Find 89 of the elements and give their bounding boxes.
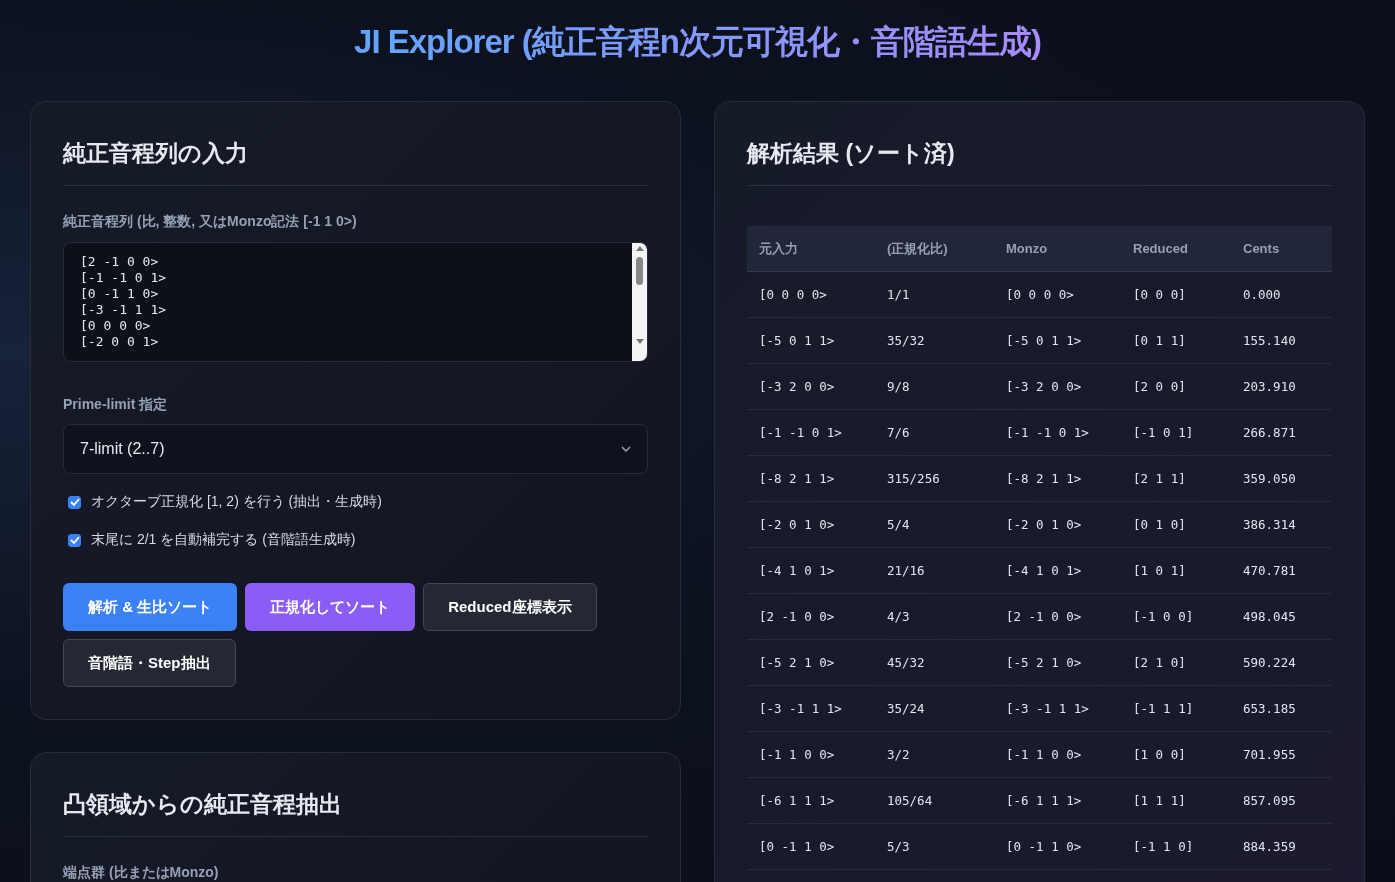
reduced-cell-text: [1 0 1] <box>1133 563 1187 578</box>
ratio-cell-text: 315/256 <box>887 471 941 486</box>
input-cell-text: [-3 -1 1 1> <box>759 701 843 716</box>
cents-cell-text: 470.781 <box>1243 563 1297 578</box>
cents-cell-text: 0.000 <box>1243 287 1282 302</box>
ratio-cell-text: 105/64 <box>887 793 934 808</box>
ratio-cell-text: 35/24 <box>887 701 926 716</box>
cents-cell-text: 498.045 <box>1243 609 1297 624</box>
monzo-cell-text: [2 -1 0 0> <box>1006 609 1083 624</box>
input-cell-text: [-2 0 1 0> <box>759 517 836 532</box>
ratio-cell-text: 35/32 <box>887 333 926 348</box>
input-cell-text: [-1 -1 0 1> <box>759 425 843 440</box>
field-label: Prime-limit 指定 <box>63 396 169 414</box>
reduced-cell-text: [-1 1 1] <box>1133 701 1195 716</box>
cents-cell-text: 857.095 <box>1243 793 1297 808</box>
ratio-cell-text: 7/6 <box>887 425 911 440</box>
action-button[interactable]: Reduced座標表示 <box>423 583 597 631</box>
ratio-cell-text: 21/16 <box>887 563 926 578</box>
limit-dropdown[interactable]: 7-limit (2..7) <box>63 424 648 474</box>
cents-cell-text: 590.224 <box>1243 655 1297 670</box>
monzo-cell-text: [-6 1 1 1> <box>1006 793 1083 808</box>
column-header: (正規化比) <box>887 239 949 258</box>
reduced-cell-text: [0 1 1] <box>1133 333 1187 348</box>
card-heading: 解析結果 (ソート済) <box>747 139 956 168</box>
monzo-cell-text: [0 -1 1 0> <box>1006 839 1083 854</box>
column-header: 元入力 <box>759 239 799 258</box>
ratio-cell-text: 5/3 <box>887 839 911 854</box>
monzo-cell-text: [-1 1 0 0> <box>1006 747 1083 762</box>
action-button[interactable]: 音階語・Step抽出 <box>63 639 236 687</box>
monzo-cell-text: [-3 -1 1 1> <box>1006 701 1090 716</box>
reduced-cell-text: [-1 1 0] <box>1133 839 1195 854</box>
cents-cell-text: 653.185 <box>1243 701 1297 716</box>
input-cell-text: [-5 2 1 0> <box>759 655 836 670</box>
column-header: Cents <box>1243 241 1281 256</box>
input-cell-text: [0 0 0 0> <box>759 287 828 302</box>
cents-cell-text: 266.871 <box>1243 425 1297 440</box>
input-cell-text: [-5 0 1 1> <box>759 333 836 348</box>
cents-cell-text: 359.050 <box>1243 471 1297 486</box>
ratio-cell-text: 5/4 <box>887 517 911 532</box>
input-cell-text: [-8 2 1 1> <box>759 471 836 486</box>
input-cell-text: [2 -1 0 0> <box>759 609 836 624</box>
monzo-cell-text: [-5 0 1 1> <box>1006 333 1083 348</box>
monzo-cell-text: [0 0 0 0> <box>1006 287 1075 302</box>
reduced-cell-text: [2 0 0] <box>1133 379 1187 394</box>
reduced-cell-text: [0 1 0] <box>1133 517 1187 532</box>
monzo-cell-text: [-3 2 0 0> <box>1006 379 1083 394</box>
cents-cell-text: 701.955 <box>1243 747 1297 762</box>
cents-cell-text: 386.314 <box>1243 517 1297 532</box>
input-cell-text: [-6 1 1 1> <box>759 793 836 808</box>
cents-cell-text: 884.359 <box>1243 839 1297 854</box>
checkbox-label: 末尾に 2/1 を自動補完する (音階語生成時) <box>91 531 356 549</box>
reduced-cell-text: [0 0 0] <box>1133 287 1187 302</box>
cents-cell-text: 155.140 <box>1243 333 1297 348</box>
field-label: 端点群 (比またはMonzo) <box>63 864 220 882</box>
ratio-cell-text: 9/8 <box>887 379 911 394</box>
ratio-cell-text: 1/1 <box>887 287 911 302</box>
reduced-cell-text: [2 1 0] <box>1133 655 1187 670</box>
ratio-cell-text: 3/2 <box>887 747 911 762</box>
reduced-cell-text: [-1 0 1] <box>1133 425 1195 440</box>
monzo-cell-text: [-2 0 1 0> <box>1006 517 1083 532</box>
monzo-cell-text: [-5 2 1 0> <box>1006 655 1083 670</box>
scroll-thumb[interactable] <box>636 257 643 285</box>
ratio-cell-text: 4/3 <box>887 609 911 624</box>
reduced-cell-text: [1 0 0] <box>1133 747 1187 762</box>
reduced-cell-text: [2 1 1] <box>1133 471 1187 486</box>
input-cell-text: [-1 1 0 0> <box>759 747 836 762</box>
checkbox-label: オクターブ正規化 [1, 2) を行う (抽出・生成時) <box>91 493 382 511</box>
cents-cell-text: 203.910 <box>1243 379 1297 394</box>
monzo-cell-text: [-1 -1 0 1> <box>1006 425 1090 440</box>
action-button[interactable]: 正規化してソート <box>245 583 416 631</box>
field-label: 純正音程列 (比, 整数, 又はMonzo記法 [-1 1 0>) <box>63 213 358 231</box>
scrollbar[interactable] <box>632 243 647 361</box>
monzo-cell-text: [-8 2 1 1> <box>1006 471 1083 486</box>
chevron-down-icon <box>621 446 631 452</box>
checkbox[interactable] <box>68 495 81 509</box>
ratio-cell-text: 45/32 <box>887 655 926 670</box>
card-heading: 純正音程列の入力 <box>63 139 249 168</box>
checkbox[interactable] <box>68 533 81 547</box>
sequence-input[interactable]: [2 -1 0 0> [-1 -1 0 1> [0 -1 1 0> [-3 -1 1 1> [0 0 0 0> [-2 0 0 1> <box>63 242 648 362</box>
input-cell-text: [-4 1 0 1> <box>759 563 836 578</box>
card-heading: 凸領域からの純正音程抽出 <box>63 790 343 819</box>
input-cell-text: [0 -1 1 0> <box>759 839 836 854</box>
reduced-cell-text: [-1 0 0] <box>1133 609 1195 624</box>
input-cell-text: [-3 2 0 0> <box>759 379 836 394</box>
action-button[interactable]: 解析 & 生比ソート <box>63 583 238 631</box>
monzo-cell-text: [-4 1 0 1> <box>1006 563 1083 578</box>
column-header: Reduced <box>1133 241 1189 256</box>
reduced-cell-text: [1 1 1] <box>1133 793 1187 808</box>
column-header: Monzo <box>1006 241 1049 256</box>
